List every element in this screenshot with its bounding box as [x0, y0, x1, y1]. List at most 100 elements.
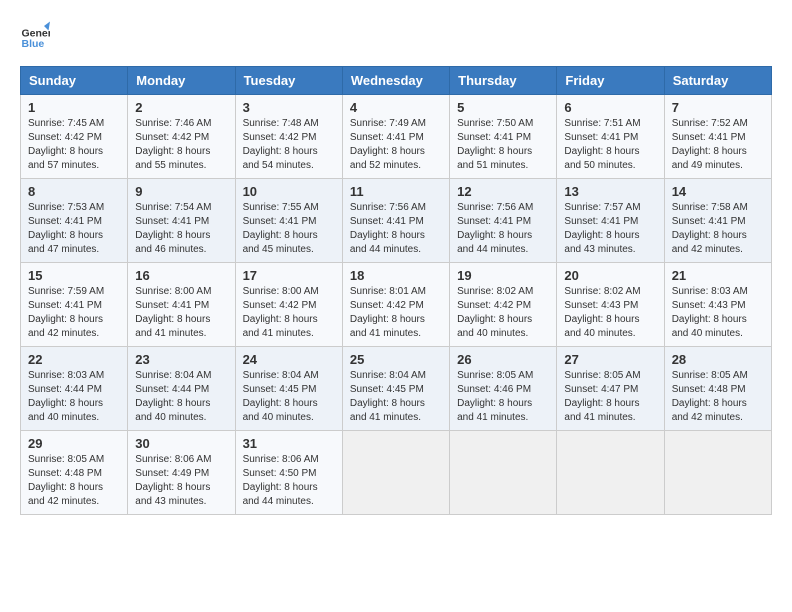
day-info: Sunrise: 7:49 AMSunset: 4:41 PMDaylight:… — [350, 117, 442, 173]
day-number: 12 — [457, 184, 549, 199]
calendar-cell: 22Sunrise: 8:03 AMSunset: 4:44 PMDayligh… — [21, 347, 128, 431]
calendar-cell — [342, 431, 449, 515]
day-info: Sunrise: 8:00 AMSunset: 4:42 PMDaylight:… — [243, 285, 335, 341]
weekday-header-thursday: Thursday — [450, 67, 557, 95]
day-info: Sunrise: 8:05 AMSunset: 4:46 PMDaylight:… — [457, 369, 549, 425]
day-number: 28 — [672, 352, 764, 367]
day-number: 30 — [135, 436, 227, 451]
day-info: Sunrise: 7:53 AMSunset: 4:41 PMDaylight:… — [28, 201, 120, 257]
day-number: 9 — [135, 184, 227, 199]
calendar-cell: 21 Sunrise: 8:03 AMSunset: 4:43 PMDayligh… — [664, 263, 771, 347]
calendar-cell: 8Sunrise: 7:53 AMSunset: 4:41 PMDaylight… — [21, 179, 128, 263]
day-info: Sunrise: 7:56 AMSunset: 4:41 PMDaylight:… — [350, 201, 442, 257]
calendar-cell: 13 Sunrise: 7:57 AMSunset: 4:41 PMDayligh… — [557, 179, 664, 263]
day-info: Sunrise: 7:59 AMSunset: 4:41 PMDaylight:… — [28, 285, 120, 341]
day-number: 25 — [350, 352, 442, 367]
day-info: Sunrise: 7:55 AMSunset: 4:41 PMDaylight:… — [243, 201, 335, 257]
week-row-2: 8Sunrise: 7:53 AMSunset: 4:41 PMDaylight… — [21, 179, 772, 263]
day-info: Sunrise: 7:54 AMSunset: 4:41 PMDaylight:… — [135, 201, 227, 257]
weekday-header-row: SundayMondayTuesdayWednesdayThursdayFrid… — [21, 67, 772, 95]
day-number: 13 — [564, 184, 656, 199]
calendar-cell — [664, 431, 771, 515]
day-number: 4 — [350, 100, 442, 115]
calendar-cell: 23 Sunrise: 8:04 AMSunset: 4:44 PMDayligh… — [128, 347, 235, 431]
day-info: Sunrise: 8:02 AMSunset: 4:43 PMDaylight:… — [564, 285, 656, 341]
day-info: Sunrise: 7:45 AMSunset: 4:42 PMDaylight:… — [28, 117, 120, 173]
svg-text:Blue: Blue — [22, 38, 45, 50]
page-header: General Blue — [20, 20, 772, 50]
day-info: Sunrise: 7:52 AMSunset: 4:41 PMDaylight:… — [672, 117, 764, 173]
day-info: Sunrise: 7:58 AMSunset: 4:41 PMDaylight:… — [672, 201, 764, 257]
weekday-header-sunday: Sunday — [21, 67, 128, 95]
logo-icon: General Blue — [20, 20, 50, 50]
day-info: Sunrise: 7:48 AMSunset: 4:42 PMDaylight:… — [243, 117, 335, 173]
day-number: 16 — [135, 268, 227, 283]
calendar-cell: 4 Sunrise: 7:49 AMSunset: 4:41 PMDaylight… — [342, 95, 449, 179]
calendar-cell: 6Sunrise: 7:51 AMSunset: 4:41 PMDaylight… — [557, 95, 664, 179]
day-number: 18 — [350, 268, 442, 283]
day-info: Sunrise: 7:57 AMSunset: 4:41 PMDaylight:… — [564, 201, 656, 257]
day-number: 7 — [672, 100, 764, 115]
day-number: 14 — [672, 184, 764, 199]
day-info: Sunrise: 8:04 AMSunset: 4:44 PMDaylight:… — [135, 369, 227, 425]
day-info: Sunrise: 8:01 AMSunset: 4:42 PMDaylight:… — [350, 285, 442, 341]
calendar-cell — [450, 431, 557, 515]
calendar-cell: 29Sunrise: 8:05 AMSunset: 4:48 PMDayligh… — [21, 431, 128, 515]
day-number: 21 — [672, 268, 764, 283]
day-number: 1 — [28, 100, 120, 115]
weekday-header-saturday: Saturday — [664, 67, 771, 95]
day-info: Sunrise: 8:06 AMSunset: 4:49 PMDaylight:… — [135, 453, 227, 509]
day-number: 6 — [564, 100, 656, 115]
day-info: Sunrise: 8:03 AMSunset: 4:43 PMDaylight:… — [672, 285, 764, 341]
day-number: 5 — [457, 100, 549, 115]
calendar-cell: 18 Sunrise: 8:01 AMSunset: 4:42 PMDayligh… — [342, 263, 449, 347]
week-row-5: 29Sunrise: 8:05 AMSunset: 4:48 PMDayligh… — [21, 431, 772, 515]
calendar-cell: 1 Sunrise: 7:45 AMSunset: 4:42 PMDaylight… — [21, 95, 128, 179]
day-number: 17 — [243, 268, 335, 283]
day-number: 20 — [564, 268, 656, 283]
weekday-header-friday: Friday — [557, 67, 664, 95]
calendar-cell: 31Sunrise: 8:06 AMSunset: 4:50 PMDayligh… — [235, 431, 342, 515]
calendar-cell: 3 Sunrise: 7:48 AMSunset: 4:42 PMDaylight… — [235, 95, 342, 179]
calendar-cell: 2Sunrise: 7:46 AMSunset: 4:42 PMDaylight… — [128, 95, 235, 179]
day-info: Sunrise: 7:56 AMSunset: 4:41 PMDaylight:… — [457, 201, 549, 257]
weekday-header-monday: Monday — [128, 67, 235, 95]
calendar-cell: 27 Sunrise: 8:05 AMSunset: 4:47 PMDayligh… — [557, 347, 664, 431]
calendar-table: SundayMondayTuesdayWednesdayThursdayFrid… — [20, 66, 772, 515]
calendar-cell: 24 Sunrise: 8:04 AMSunset: 4:45 PMDayligh… — [235, 347, 342, 431]
calendar-cell: 14 Sunrise: 7:58 AMSunset: 4:41 PMDayligh… — [664, 179, 771, 263]
day-info: Sunrise: 8:02 AMSunset: 4:42 PMDaylight:… — [457, 285, 549, 341]
day-info: Sunrise: 8:05 AMSunset: 4:47 PMDaylight:… — [564, 369, 656, 425]
day-info: Sunrise: 8:05 AMSunset: 4:48 PMDaylight:… — [28, 453, 120, 509]
day-info: Sunrise: 8:00 AMSunset: 4:41 PMDaylight:… — [135, 285, 227, 341]
day-number: 10 — [243, 184, 335, 199]
day-number: 27 — [564, 352, 656, 367]
day-info: Sunrise: 8:06 AMSunset: 4:50 PMDaylight:… — [243, 453, 335, 509]
calendar-cell: 25 Sunrise: 8:04 AMSunset: 4:45 PMDayligh… — [342, 347, 449, 431]
calendar-cell: 9 Sunrise: 7:54 AMSunset: 4:41 PMDaylight… — [128, 179, 235, 263]
calendar-cell: 10 Sunrise: 7:55 AMSunset: 4:41 PMDayligh… — [235, 179, 342, 263]
calendar-cell: 26 Sunrise: 8:05 AMSunset: 4:46 PMDayligh… — [450, 347, 557, 431]
day-number: 23 — [135, 352, 227, 367]
calendar-cell: 7 Sunrise: 7:52 AMSunset: 4:41 PMDaylight… — [664, 95, 771, 179]
calendar-cell: 19 Sunrise: 8:02 AMSunset: 4:42 PMDayligh… — [450, 263, 557, 347]
calendar-cell: 11Sunrise: 7:56 AMSunset: 4:41 PMDayligh… — [342, 179, 449, 263]
day-number: 19 — [457, 268, 549, 283]
calendar-cell: 17 Sunrise: 8:00 AMSunset: 4:42 PMDayligh… — [235, 263, 342, 347]
calendar-cell: 5 Sunrise: 7:50 AMSunset: 4:41 PMDaylight… — [450, 95, 557, 179]
day-number: 24 — [243, 352, 335, 367]
calendar-cell: 30 Sunrise: 8:06 AMSunset: 4:49 PMDayligh… — [128, 431, 235, 515]
calendar-cell: 12 Sunrise: 7:56 AMSunset: 4:41 PMDayligh… — [450, 179, 557, 263]
day-info: Sunrise: 8:04 AMSunset: 4:45 PMDaylight:… — [243, 369, 335, 425]
day-number: 15 — [28, 268, 120, 283]
day-number: 26 — [457, 352, 549, 367]
day-info: Sunrise: 8:03 AMSunset: 4:44 PMDaylight:… — [28, 369, 120, 425]
day-info: Sunrise: 7:50 AMSunset: 4:41 PMDaylight:… — [457, 117, 549, 173]
day-number: 3 — [243, 100, 335, 115]
day-info: Sunrise: 7:46 AMSunset: 4:42 PMDaylight:… — [135, 117, 227, 173]
week-row-4: 22Sunrise: 8:03 AMSunset: 4:44 PMDayligh… — [21, 347, 772, 431]
logo: General Blue — [20, 20, 50, 50]
calendar-cell: 15 Sunrise: 7:59 AMSunset: 4:41 PMDayligh… — [21, 263, 128, 347]
calendar-cell — [557, 431, 664, 515]
day-info: Sunrise: 8:04 AMSunset: 4:45 PMDaylight:… — [350, 369, 442, 425]
